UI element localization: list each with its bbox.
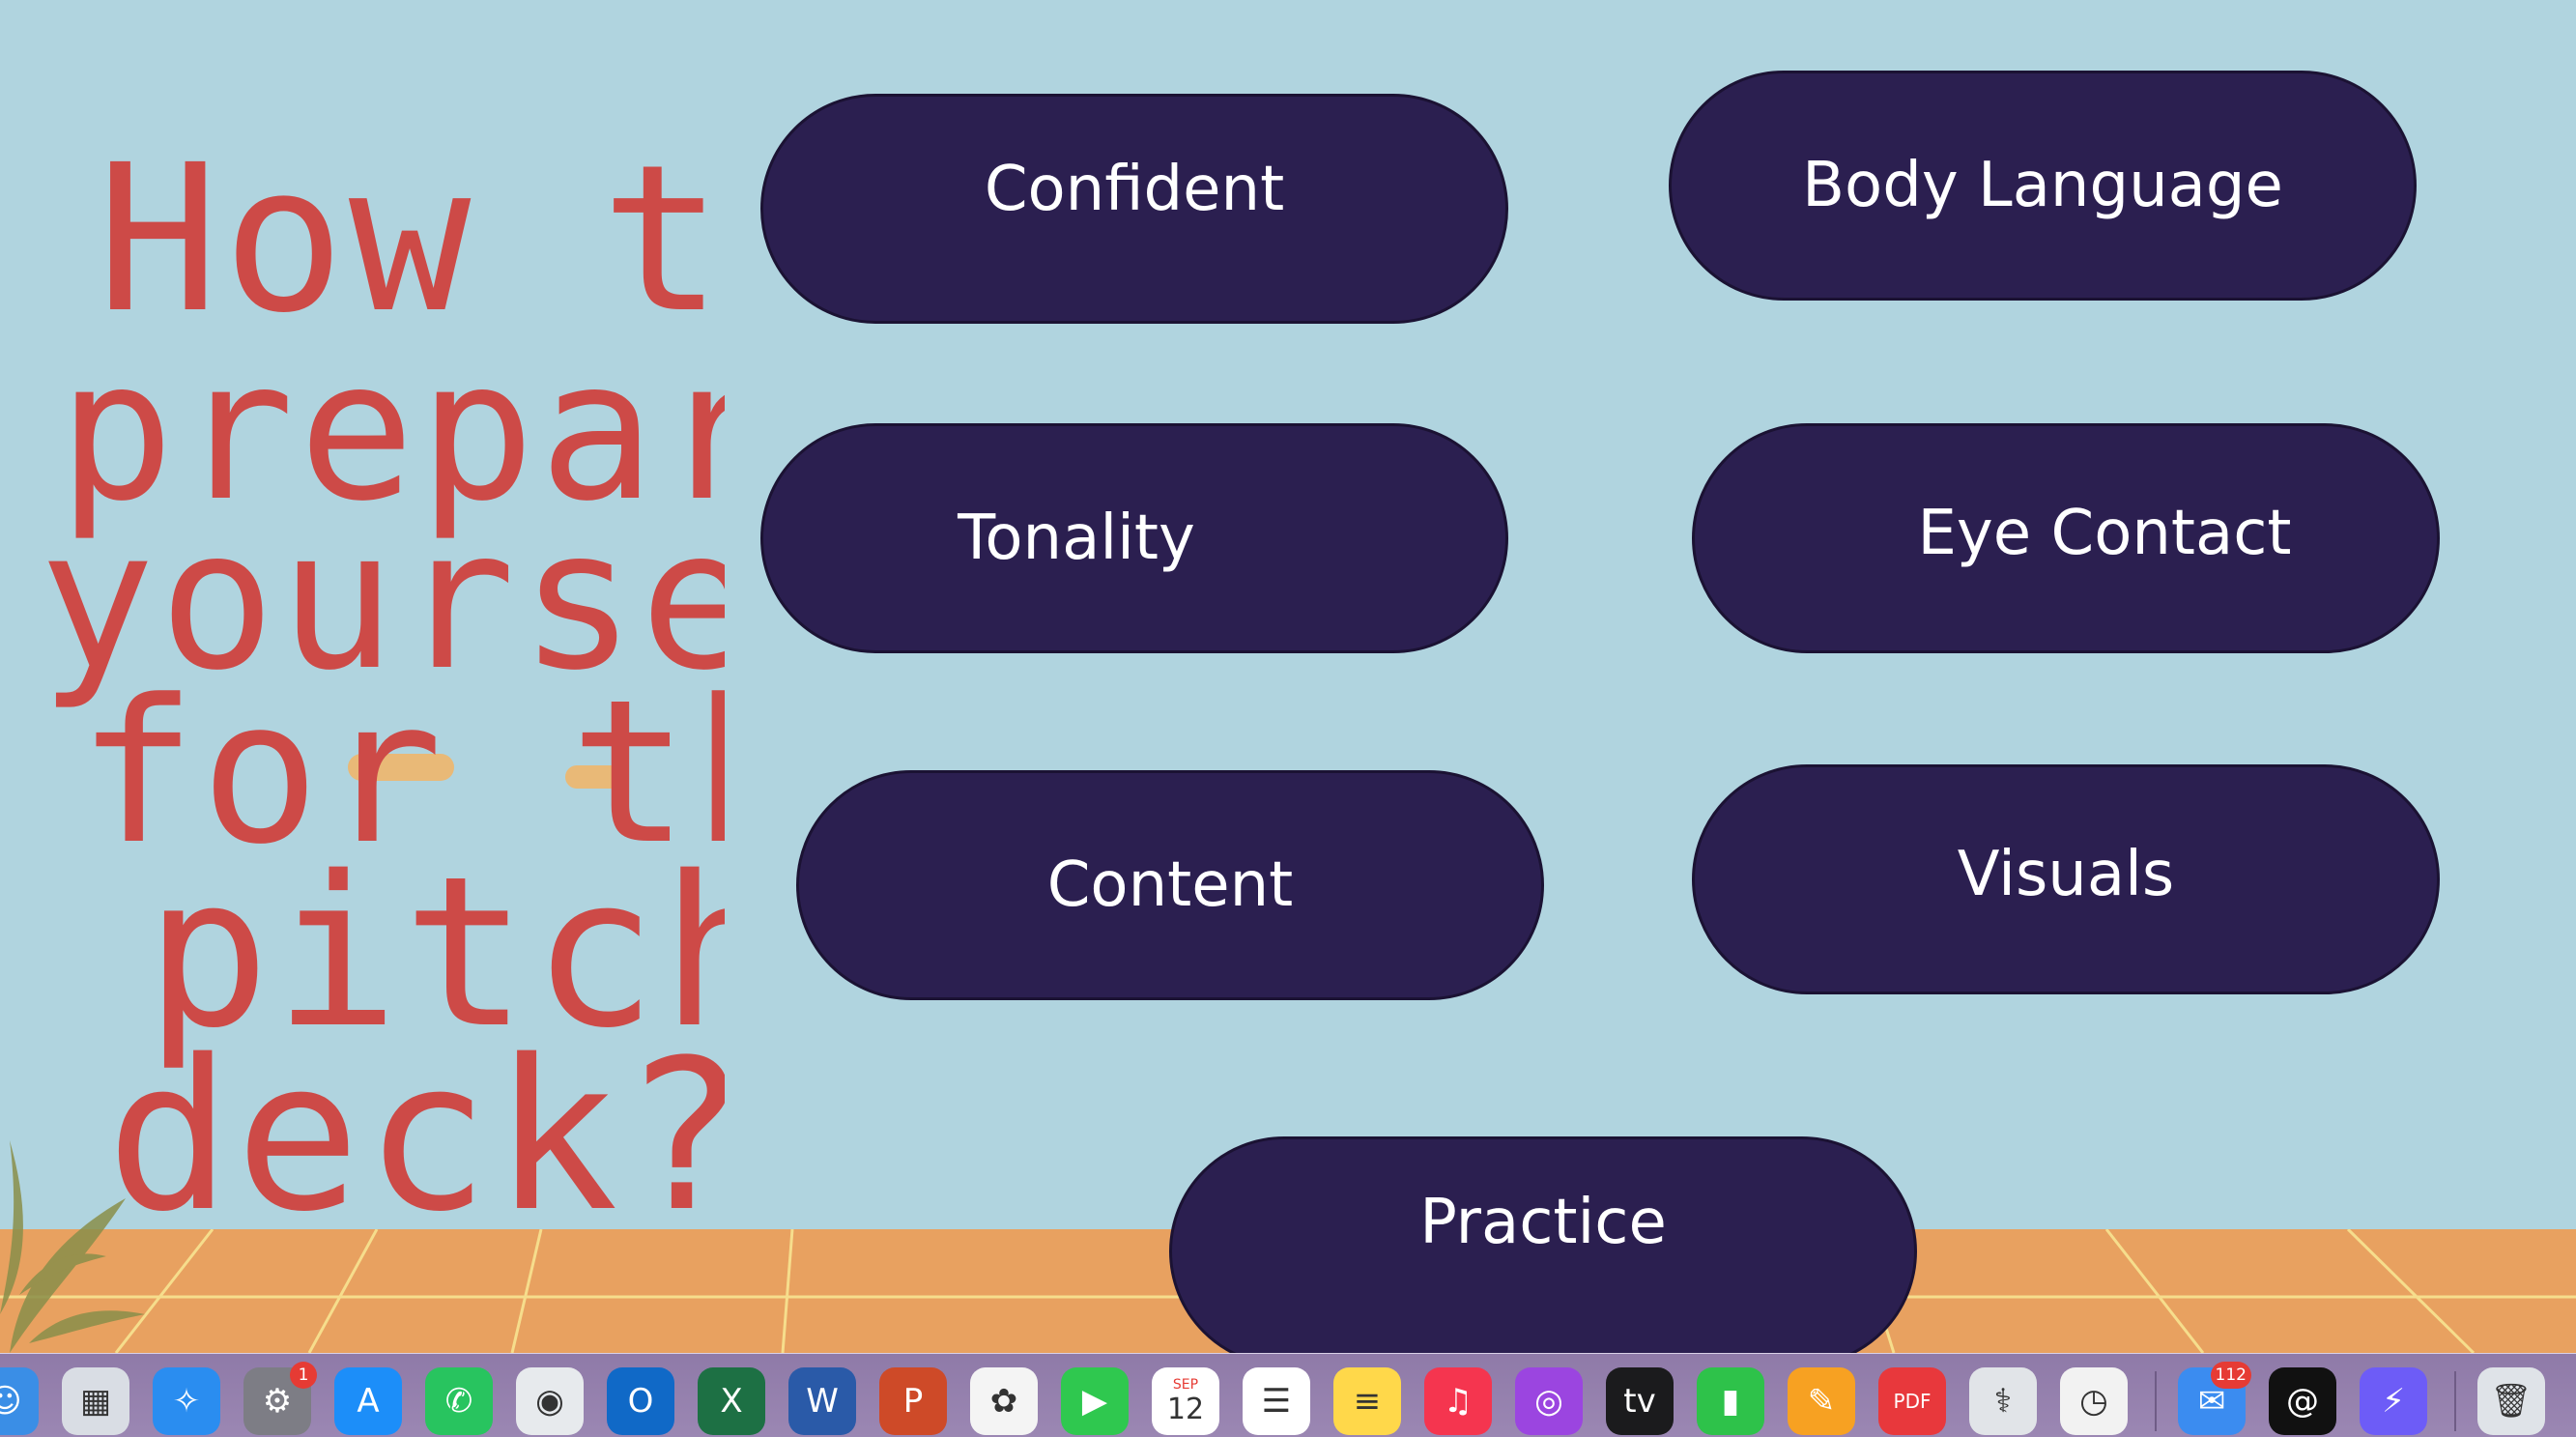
title-line-6: deck? bbox=[106, 1015, 725, 1256]
practice-button-label: Practice bbox=[1419, 1187, 1667, 1258]
apple-tv-icon[interactable]: tv bbox=[1606, 1367, 1674, 1435]
visuals-button-label: Visuals bbox=[1957, 839, 2175, 910]
confident-button-label: Confident bbox=[984, 154, 1285, 225]
dock-separator bbox=[2155, 1371, 2157, 1431]
mail-icon[interactable]: ✉ 112 bbox=[2178, 1362, 2251, 1435]
photos-icon[interactable]: ✿ bbox=[970, 1367, 1038, 1435]
content-button-label: Content bbox=[1046, 849, 1294, 921]
excel-icon[interactable]: X bbox=[698, 1367, 765, 1435]
slide-title: How to prepare yourself for the pitch de… bbox=[29, 116, 725, 1256]
clock-icon[interactable]: ◷ bbox=[2060, 1367, 2128, 1435]
disk-utility-icon[interactable]: ⚕ bbox=[1969, 1367, 2037, 1435]
powerpoint-icon[interactable]: P bbox=[879, 1367, 947, 1435]
tonality-button[interactable]: Tonality bbox=[760, 423, 1508, 653]
app-store-icon[interactable]: A bbox=[334, 1367, 402, 1435]
podcasts-icon[interactable]: ◎ bbox=[1515, 1367, 1583, 1435]
calendar-month-label: SEP bbox=[1172, 1376, 1199, 1393]
body-language-button-label: Body Language bbox=[1802, 150, 2283, 221]
numbers-icon[interactable]: ▮ bbox=[1697, 1367, 1764, 1435]
whatsapp-icon[interactable]: ✆ bbox=[425, 1367, 493, 1435]
slide-canvas: How to prepare yourself for the pitch de… bbox=[0, 0, 2576, 1353]
trash-icon[interactable]: 🗑 bbox=[2477, 1367, 2545, 1435]
outlook-icon[interactable]: O bbox=[607, 1367, 674, 1435]
notification-badge: 112 bbox=[2210, 1362, 2251, 1389]
practice-button[interactable]: Practice bbox=[1169, 1136, 1917, 1353]
tonality-button-label: Tonality bbox=[958, 503, 1195, 574]
dock: ☺ ▦ ✧ ⚙ 1 A ✆ ◉ O X W P ✿ ▶ SEP 12 ☰ ≡ ♫ ◎ tv ▮ ✎ PDF ⚕ ◷ ✉ 112 @ ⚡ 🗑 bbox=[0, 1353, 2576, 1437]
confident-button[interactable]: Confident bbox=[760, 94, 1508, 324]
messenger-icon[interactable]: ⚡ bbox=[2360, 1367, 2427, 1435]
launchpad-icon[interactable]: ▦ bbox=[62, 1367, 129, 1435]
word-icon[interactable]: W bbox=[788, 1367, 856, 1435]
notes-icon[interactable]: ≡ bbox=[1333, 1367, 1401, 1435]
notification-badge: 1 bbox=[290, 1362, 317, 1389]
calendar-icon[interactable]: SEP 12 bbox=[1152, 1367, 1219, 1435]
content-button[interactable]: Content bbox=[796, 770, 1544, 1000]
safari-icon[interactable]: ✧ bbox=[153, 1367, 220, 1435]
dock-separator bbox=[2454, 1371, 2456, 1431]
reminders-icon[interactable]: ☰ bbox=[1243, 1367, 1310, 1435]
eye-contact-button[interactable]: Eye Contact bbox=[1692, 423, 2440, 653]
pages-icon[interactable]: ✎ bbox=[1788, 1367, 1855, 1435]
body-language-button[interactable]: Body Language bbox=[1669, 71, 2417, 301]
music-icon[interactable]: ♫ bbox=[1424, 1367, 1492, 1435]
arc-icon[interactable]: @ bbox=[2269, 1367, 2336, 1435]
finder-icon[interactable]: ☺ bbox=[0, 1367, 39, 1435]
eye-contact-button-label: Eye Contact bbox=[1917, 498, 2292, 569]
facetime-icon[interactable]: ▶ bbox=[1061, 1367, 1129, 1435]
calendar-day-label: 12 bbox=[1166, 1392, 1205, 1426]
visuals-button[interactable]: Visuals bbox=[1692, 764, 2440, 994]
system-settings-icon[interactable]: ⚙ 1 bbox=[243, 1362, 317, 1435]
chrome-icon[interactable]: ◉ bbox=[516, 1367, 584, 1435]
pdf-expert-icon[interactable]: PDF bbox=[1878, 1367, 1946, 1435]
